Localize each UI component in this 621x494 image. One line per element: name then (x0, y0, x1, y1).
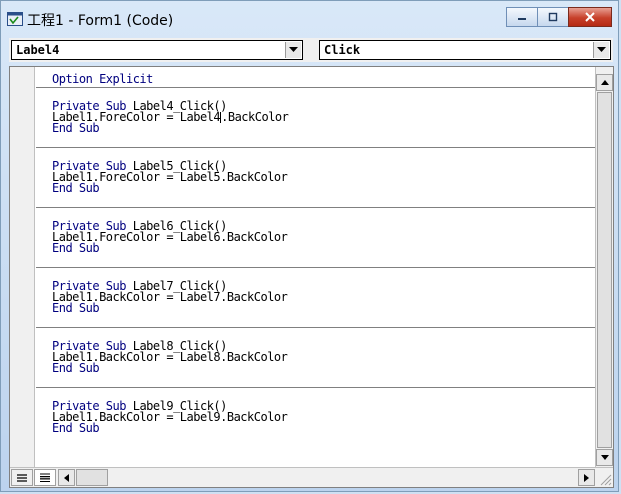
procedure-separator (36, 147, 596, 148)
procedure-view-button[interactable] (11, 469, 33, 486)
code-editor[interactable]: Option Explicit Private Sub Label4_Click… (9, 66, 614, 488)
arrow-down-icon (600, 455, 609, 460)
minimize-button[interactable] (506, 7, 538, 27)
full-module-view-button[interactable] (34, 469, 56, 486)
close-icon (585, 12, 595, 22)
horizontal-scrollbar[interactable] (58, 469, 595, 486)
window-title: 工程1 - Form1 (Code) (27, 13, 174, 29)
arrow-up-icon (600, 80, 609, 85)
object-combo-value: Label4 (16, 43, 60, 57)
vb-project-icon[interactable] (7, 11, 23, 26)
minimize-icon (518, 18, 526, 20)
resize-grip[interactable] (595, 469, 613, 487)
procedure-separator (36, 207, 596, 208)
maximize-icon (548, 12, 558, 22)
code-text-area[interactable]: Option Explicit Private Sub Label4_Click… (36, 67, 596, 465)
procedure-view-icon (17, 473, 27, 482)
end-sub-line[interactable]: End Sub (52, 362, 100, 374)
arrow-right-icon (584, 473, 589, 482)
combo-toolbar: Label4 Click (9, 38, 613, 62)
scroll-left-button[interactable] (58, 469, 75, 486)
full-module-view-icon (40, 473, 50, 482)
procedure-separator (36, 387, 596, 388)
option-explicit-line[interactable]: Option Explicit (52, 73, 153, 85)
procedure-combo-value: Click (324, 43, 361, 57)
title-bar[interactable]: 工程1 - Form1 (Code) (1, 1, 620, 35)
end-sub-line[interactable]: End Sub (52, 302, 100, 314)
end-sub-line[interactable]: End Sub (52, 242, 100, 254)
chevron-down-icon (289, 47, 298, 52)
scroll-right-button[interactable] (578, 469, 595, 486)
procedure-combo[interactable]: Click (319, 40, 611, 60)
procedure-combo-dropdown-button[interactable] (593, 42, 609, 58)
editor-bottom-bar (10, 467, 613, 487)
resize-grip-icon (600, 474, 612, 486)
close-button[interactable] (568, 7, 612, 27)
arrow-left-icon (64, 473, 69, 482)
vertical-scroll-thumb[interactable] (597, 92, 612, 448)
procedure-separator (36, 327, 596, 328)
scroll-down-button[interactable] (596, 449, 613, 466)
chevron-down-icon (597, 47, 606, 52)
object-combo[interactable]: Label4 (11, 40, 303, 60)
horizontal-scroll-thumb[interactable] (76, 469, 108, 486)
margin-indicator-bar[interactable] (10, 67, 35, 467)
object-combo-dropdown-button[interactable] (285, 42, 301, 58)
scroll-up-button[interactable] (596, 74, 613, 91)
procedure-separator (36, 87, 596, 88)
end-sub-line[interactable]: End Sub (52, 122, 100, 134)
procedure-separator (36, 267, 596, 268)
end-sub-line[interactable]: End Sub (52, 422, 100, 434)
vertical-scrollbar[interactable] (595, 67, 613, 467)
code-window: 工程1 - Form1 (Code) Label4 Click Option E… (0, 0, 619, 492)
maximize-button[interactable] (537, 7, 569, 27)
end-sub-line[interactable]: End Sub (52, 182, 100, 194)
